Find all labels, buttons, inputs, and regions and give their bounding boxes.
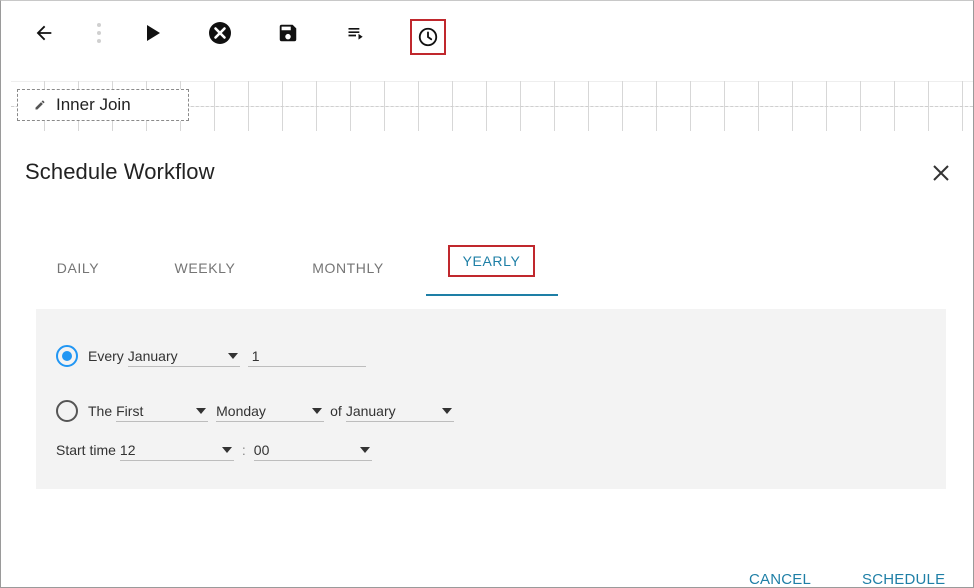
minute-value: 00 [253, 441, 270, 458]
play-icon [147, 25, 160, 41]
more-vert-icon [97, 23, 101, 43]
weekday-value: Monday [216, 402, 266, 419]
playlist-icon [348, 28, 363, 40]
hour-select[interactable]: 12 [119, 439, 234, 461]
chevron-down-icon [441, 407, 452, 414]
schedule-confirm-button[interactable]: SCHEDULE [862, 571, 945, 588]
frequency-tabs: DAILY WEEKLY MONTHLY YEARLY [25, 241, 565, 297]
every-month-value: January [127, 347, 178, 364]
the-row: The First Monday of January [56, 400, 454, 422]
stop-button[interactable] [205, 9, 235, 57]
tab-yearly-label: YEARLY [462, 253, 521, 269]
tab-weekly[interactable]: WEEKLY [155, 241, 255, 295]
chevron-down-icon [196, 407, 207, 414]
app-window: Inner Join Schedule Workflow DAILY WEEKL… [0, 0, 974, 588]
save-icon [279, 24, 297, 42]
the-label: The [88, 403, 113, 419]
cancel-circle-icon [209, 22, 231, 44]
pencil-icon [35, 100, 45, 110]
run-button[interactable] [139, 9, 167, 57]
every-day-value: 1 [251, 347, 260, 364]
chevron-down-icon [312, 407, 323, 414]
time-separator: : [241, 442, 246, 458]
back-arrow-icon [36, 25, 52, 41]
every-label: Every [88, 348, 124, 364]
schedule-button[interactable] [410, 19, 446, 55]
save-button[interactable] [273, 9, 303, 57]
chevron-down-icon [227, 352, 238, 359]
clock-icon [418, 27, 438, 47]
tab-yearly[interactable]: YEARLY [448, 245, 535, 277]
more-options-button[interactable] [89, 9, 109, 57]
start-time-row: Start time 12 : 00 [56, 439, 372, 461]
tab-monthly[interactable]: MONTHLY [293, 241, 403, 295]
toolbar [11, 9, 961, 57]
back-button[interactable] [29, 9, 59, 57]
workflow-node[interactable]: Inner Join [17, 89, 189, 121]
tab-daily[interactable]: DAILY [43, 241, 113, 295]
hour-value: 12 [119, 441, 136, 458]
minute-select[interactable]: 00 [253, 439, 372, 461]
weekday-select[interactable]: Monday [216, 400, 325, 422]
node-label: Inner Join [56, 95, 131, 114]
chevron-down-icon [359, 446, 370, 453]
active-tab-indicator [426, 294, 558, 296]
ordinal-select[interactable]: First [116, 400, 209, 422]
of-label: of [330, 403, 342, 419]
the-radio[interactable] [56, 400, 78, 422]
every-row: Every January 1 [56, 345, 366, 367]
every-month-select[interactable]: January [127, 345, 240, 367]
workflow-canvas[interactable]: Inner Join [11, 81, 973, 131]
cancel-button[interactable]: CANCEL [749, 571, 811, 588]
start-time-label: Start time [56, 442, 116, 458]
close-button[interactable] [929, 161, 953, 185]
the-month-value: January [345, 402, 396, 419]
the-month-select[interactable]: January [345, 400, 454, 422]
yearly-options-panel: Every January 1 The First Monday of Janu… [36, 309, 946, 489]
chevron-down-icon [221, 446, 232, 453]
logs-button[interactable] [341, 9, 371, 57]
ordinal-value: First [116, 402, 144, 419]
close-icon [933, 165, 949, 181]
every-radio[interactable] [56, 345, 78, 367]
every-day-input[interactable]: 1 [247, 345, 366, 367]
dialog-title: Schedule Workflow [25, 159, 215, 184]
